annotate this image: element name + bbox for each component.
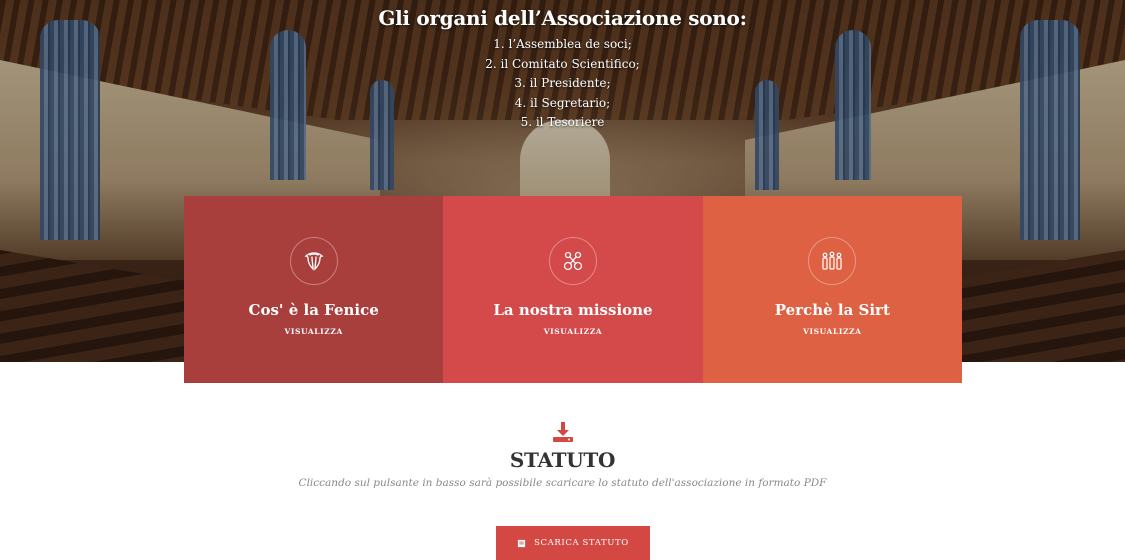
- organs-list-item: 5. il Tesoriere: [520, 115, 605, 129]
- organs-list-item: 4. il Segretario;: [514, 95, 611, 110]
- download-statuto-button[interactable]: SCARICA STATUTO: [496, 526, 650, 560]
- feature-box-missione[interactable]: La nostra missione VISUALIZZA: [443, 196, 703, 383]
- organs-title: Gli organi dell’Associazione sono:: [378, 6, 747, 30]
- organs-list-item: 2. il Comitato Scientifico;: [485, 56, 640, 71]
- feature-box-sirt[interactable]: Perchè la Sirt VISUALIZZA: [702, 196, 962, 383]
- people-icon: [808, 237, 857, 285]
- feature-box-fenice[interactable]: Cos' è la Fenice VISUALIZZA: [184, 196, 444, 383]
- statuto-title: STATUTO: [509, 448, 616, 472]
- feature-title: Cos' è la Fenice: [248, 301, 379, 319]
- scissors-icon: [548, 237, 597, 285]
- organs-list-item: 1. l’Assemblea de soci;: [493, 37, 632, 51]
- wings-icon: [289, 237, 338, 285]
- feature-link[interactable]: VISUALIZZA: [544, 327, 602, 336]
- organs-list: 1. l’Assemblea de soci; 2. il Comitato S…: [0, 35, 1125, 133]
- download-statuto-label: SCARICA STATUTO: [534, 538, 629, 548]
- feature-title: Perchè la Sirt: [774, 301, 890, 319]
- statuto-section: STATUTO Cliccando sul pulsante in basso …: [0, 420, 1125, 489]
- organs-section: Gli organi dell’Associazione sono: 1. l’…: [0, 6, 1125, 133]
- statuto-description: Cliccando sul pulsante in basso sarà pos…: [298, 477, 827, 489]
- feature-link[interactable]: VISUALIZZA: [284, 327, 342, 336]
- feature-title: La nostra missione: [493, 301, 653, 319]
- feature-boxes: Cos' è la Fenice VISUALIZZA La nostra mi…: [184, 196, 962, 383]
- file-icon: [518, 539, 526, 547]
- feature-link[interactable]: VISUALIZZA: [803, 327, 861, 336]
- download-icon: [551, 420, 575, 448]
- organs-list-item: 3. il Presidente;: [514, 76, 611, 90]
